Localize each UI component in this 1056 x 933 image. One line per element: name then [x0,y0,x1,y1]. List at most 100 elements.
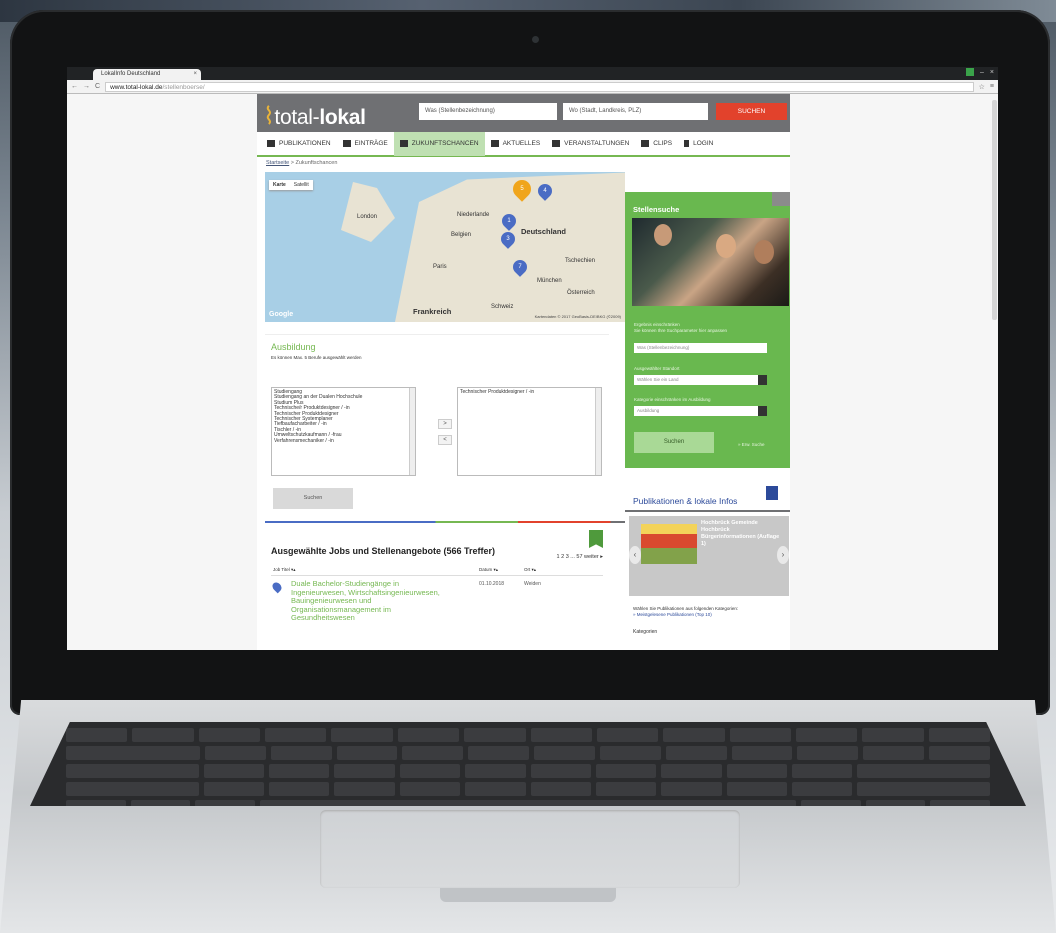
url-domain: www.total-lokal.de [110,83,163,91]
minimize-icon[interactable]: – [980,69,984,76]
stellensuche-what-input[interactable]: Was (Stellenbezeichnung) [634,343,767,353]
nav-aktuelles[interactable]: AKTUELLES [485,131,547,156]
search-icon[interactable] [772,192,790,206]
site-logo[interactable]: ⌇total-lokal [263,102,366,131]
col-title-header[interactable]: Job Titel ▾▴ [273,567,296,573]
nav-clips[interactable]: CLIPS [635,131,678,156]
col-city-header[interactable]: Ort ▾▴ [524,567,536,573]
key [661,782,722,796]
key [726,764,787,778]
list-item[interactable]: Verfahrensmechaniker / -in [274,438,413,444]
standort-select[interactable]: Wählen Sie ein Land [634,375,767,385]
chevron-left-icon[interactable]: ‹ [629,546,641,564]
map-pin[interactable]: 1 [499,211,519,231]
key [665,746,727,760]
site-header: ⌇total-lokal Was (Stellenbezeichnung) Wo… [257,94,790,132]
pagination[interactable]: 1 2 3 ... 57 weiter ▸ [557,554,603,560]
add-item-button[interactable]: > [438,419,452,429]
hint-line: Sie können Ihre Suchparameter hier anpas… [634,328,728,333]
google-logo: Google [269,311,294,318]
col-date-header[interactable]: Datum ▾▴ [479,567,498,573]
nav-publikationen[interactable]: PUBLIKATIONEN [261,131,337,156]
key [269,764,330,778]
nav-login[interactable]: LOGIN [678,131,719,156]
map-pin[interactable]: 3 [498,229,518,249]
breadcrumb-home[interactable]: Startseite [266,160,289,166]
map-type-control: Karte Satellit [269,180,313,190]
publikationen-text: Wählen Sie Publikationen aus folgenden K… [633,606,783,618]
ausbildung-selected-list[interactable]: Technischer Produktdesigner / -in [457,387,602,476]
pin-count: 7 [518,264,522,270]
nav-veranstaltungen[interactable]: VERANSTALTUNGEN [546,131,635,156]
menu-icon[interactable]: ≡ [990,83,994,90]
search-where-input[interactable]: Wo (Stadt, Landkreis, PLZ) [563,103,708,120]
pin-count: 5 [520,186,524,192]
key-row [66,782,990,796]
top10-link[interactable]: » Meistgelesene Publikationen (Top 10) [633,612,712,617]
carousel-text[interactable]: Hochbrück Gemeinde Hochbrück Bürgerinfor… [701,520,781,548]
page-scrollbar[interactable] [992,100,997,320]
reload-icon[interactable]: C [95,83,100,90]
key [399,782,461,796]
search-what-input[interactable]: Was (Stellenbezeichnung) [419,103,557,120]
map-pin[interactable]: 7 [510,257,530,277]
list-item[interactable]: Technischer Produktdesigner / -in [460,389,599,395]
stellensuche-button[interactable]: Suchen [634,432,714,453]
extended-search-link[interactable]: » Erw. Suche [738,442,765,447]
job-date: 01.10.2018 [479,581,505,587]
key [66,746,200,760]
extension-icon[interactable] [966,68,974,76]
play-icon [641,140,650,147]
key [530,728,592,742]
stellensuche-panel: Stellensuche Ergebnis einschränken Sie k… [625,192,790,468]
publication-thumbnail[interactable] [641,524,697,564]
key [731,746,793,760]
chevron-right-icon[interactable]: › [777,546,789,564]
key [334,764,395,778]
list-scrollbar[interactable] [409,388,415,475]
key [595,764,657,778]
map[interactable]: Karte Satellit London Niederlande Belgie… [265,172,625,322]
key [334,782,395,796]
browser-tab[interactable]: LokalInfo Deutschland × [93,69,201,80]
camera-icon [532,36,539,43]
star-icon[interactable]: ☆ [979,83,985,91]
students-photo [632,218,789,306]
key [203,764,265,778]
nav-eintraege[interactable]: EINTRÄGE [337,131,394,156]
close-icon[interactable]: × [193,69,197,80]
kategorie-select[interactable]: Ausbildung [634,406,767,416]
key [331,728,393,742]
ausbildung-search-button[interactable]: Suchen [273,488,353,509]
key [465,764,526,778]
key [402,746,464,760]
map-pin[interactable]: 4 [535,181,555,201]
kategorien-heading: Kategorien [633,629,658,635]
main-nav: PUBLIKATIONEN EINTRÄGE ZUKUNFTSCHANCEN A… [257,131,790,157]
nav-label: VERANSTALTUNGEN [564,140,630,147]
chevron-down-icon [758,375,767,385]
key [530,782,591,796]
map-land-continent [395,172,625,322]
key [595,782,657,796]
list-scrollbar[interactable] [595,388,601,475]
map-pin[interactable]: 5 [509,176,535,202]
close-window-icon[interactable]: × [990,69,994,76]
map-tab-satellit[interactable]: Satellit [290,180,313,190]
back-icon[interactable]: ← [71,83,78,90]
forward-icon[interactable]: → [83,83,90,90]
ausbildung-available-list[interactable]: Studiengang Studiengang an der Dualen Ho… [271,387,416,476]
ausbildung-note: Es können Max. 5 Berufe ausgewählt werde… [271,355,362,360]
trackpad [320,810,740,888]
key [132,728,194,742]
address-bar[interactable]: www.total-lokal.de/stellenboerse/ [105,81,974,92]
search-button[interactable]: SUCHEN [716,103,787,120]
remove-item-button[interactable]: < [438,435,452,445]
map-tab-karte[interactable]: Karte [269,180,290,190]
face-shape [654,224,672,246]
nav-label: ZUKUNFTSCHANCEN [411,140,479,147]
nav-zukunftschancen[interactable]: ZUKUNFTSCHANCEN [393,131,485,156]
key [203,782,265,796]
kategorie-value: Ausbildung [637,408,660,413]
job-title-link[interactable]: Duale Bachelor-Studiengänge in Ingenieur… [291,579,441,623]
